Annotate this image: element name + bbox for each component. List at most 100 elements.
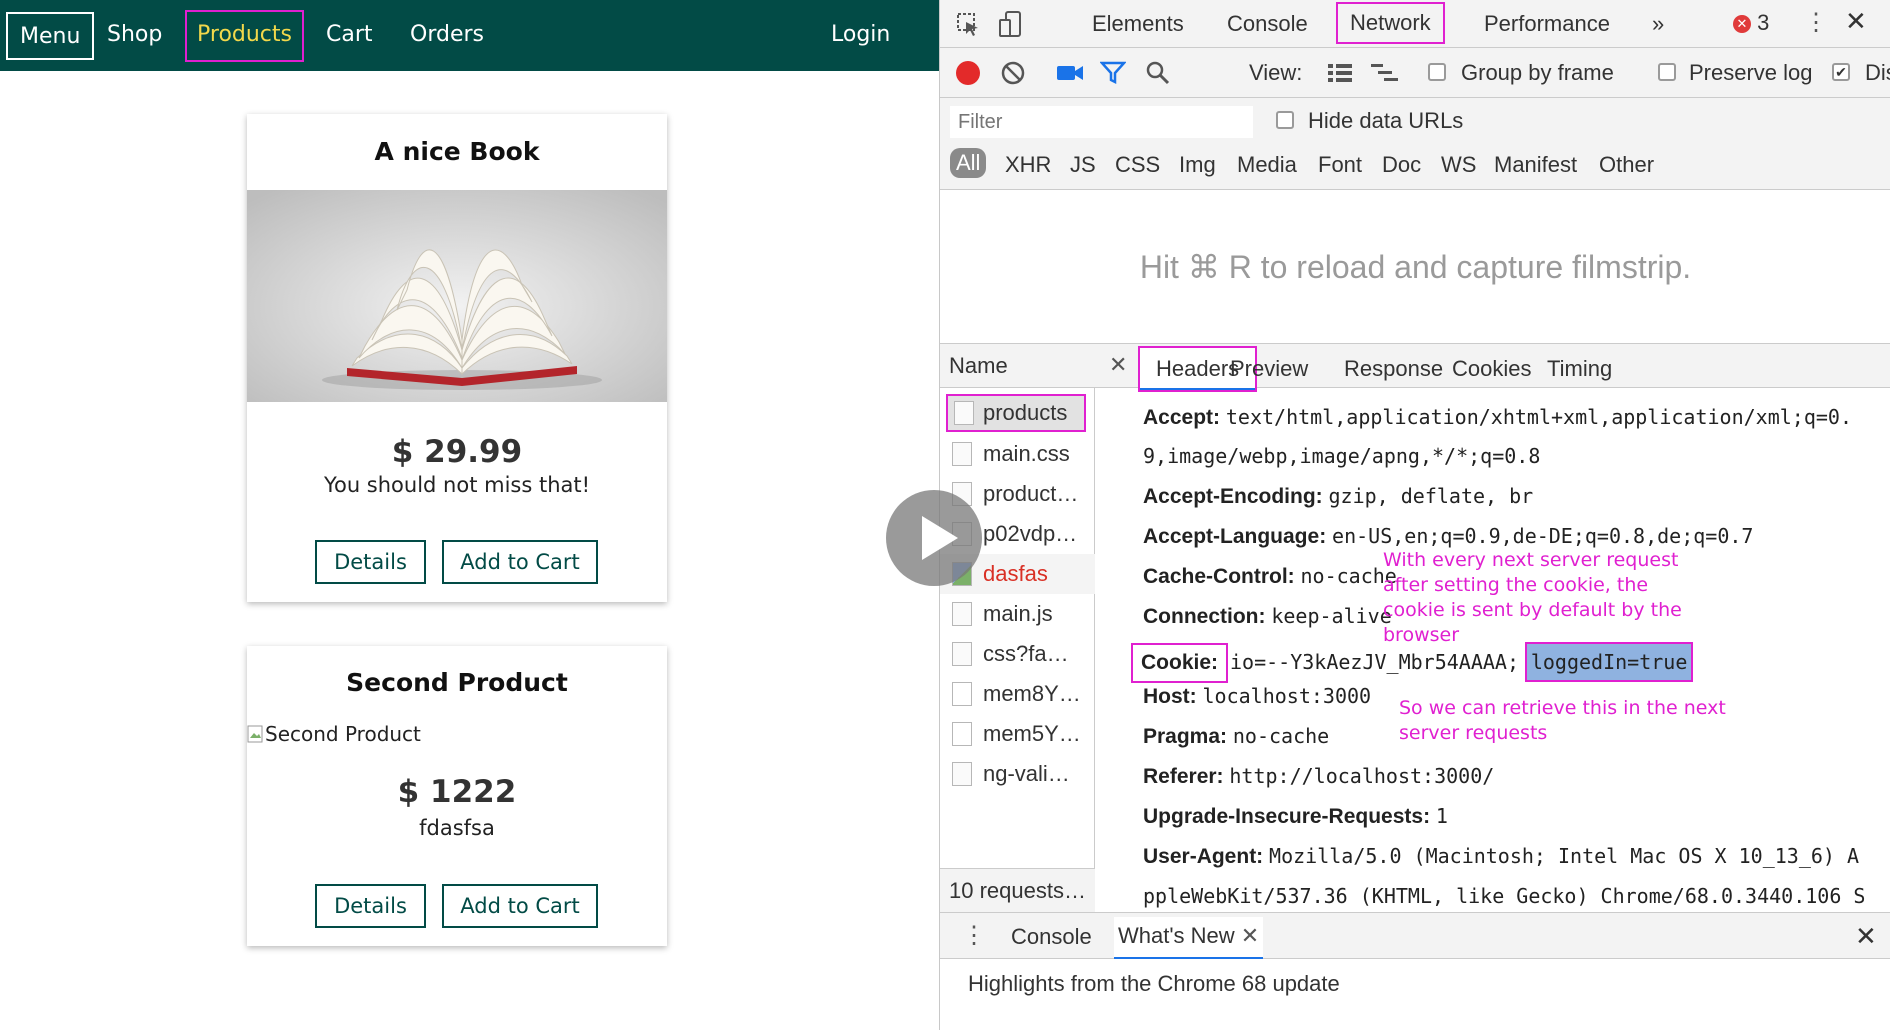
type-img[interactable]: Img [1179, 152, 1216, 178]
close-tab-icon[interactable]: ✕ [1241, 923, 1259, 948]
filmstrip-hint: Hit ⌘ R to reload and capture filmstrip. [1139, 249, 1692, 285]
header-host: Host: localhost:3000 [1143, 684, 1372, 708]
tab-preview[interactable]: Preview [1222, 354, 1316, 386]
request-item[interactable]: main.css [940, 434, 1095, 474]
play-icon [922, 516, 958, 560]
drawer-tabbar: ⋮ Console What's New ✕ ✕ [940, 913, 1890, 959]
request-item[interactable]: css?fa… [940, 634, 1095, 674]
nav-products[interactable]: Products [185, 10, 304, 62]
drawer-menu-icon[interactable]: ⋮ [962, 921, 986, 950]
cookie-highlight: loggedIn=true [1524, 642, 1694, 682]
type-manifest[interactable]: Manifest [1494, 152, 1577, 178]
product-card: Second Product Second Product $ 1222 fda… [247, 646, 667, 946]
tab-response[interactable]: Response [1336, 354, 1451, 386]
screen: Menu Shop Products Cart Orders Login A n… [0, 0, 1890, 1030]
tab-cookies[interactable]: Cookies [1444, 354, 1539, 386]
type-ws[interactable]: WS [1441, 152, 1476, 178]
product-description: fdasfsa [419, 816, 495, 840]
header-accept-language: Accept-Language: en-US,en;q=0.9,de-DE;q=… [1143, 524, 1754, 548]
preserve-log-checkbox[interactable] [1658, 63, 1676, 81]
product-title: Second Product [346, 668, 568, 697]
header-user-agent-cont: ppleWebKit/537.36 (KHTML, like Gecko) Ch… [1143, 884, 1866, 908]
disable-cache-checkbox[interactable]: ✔ [1832, 63, 1850, 81]
inspect-element-icon[interactable] [956, 12, 982, 43]
menu-button[interactable]: Menu [6, 12, 95, 60]
header-accept: Accept: text/html,application/xhtml+xml,… [1143, 405, 1853, 429]
drawer-tab-console[interactable]: Console [1011, 924, 1092, 950]
details-button[interactable]: Details [315, 540, 426, 584]
add-to-cart-button[interactable]: Add to Cart [442, 540, 598, 584]
type-css[interactable]: CSS [1115, 152, 1160, 178]
broken-image-icon [247, 724, 265, 744]
stylesheet-icon [952, 642, 972, 666]
font-icon [952, 722, 972, 746]
tab-network[interactable]: Network [1336, 2, 1445, 44]
nav-cart[interactable]: Cart [316, 12, 383, 60]
filter-icon[interactable] [1099, 60, 1127, 91]
group-by-frame-checkbox[interactable] [1428, 63, 1446, 81]
tab-console[interactable]: Console [1221, 8, 1314, 42]
type-font[interactable]: Font [1318, 152, 1362, 178]
type-xhr[interactable]: XHR [1005, 152, 1051, 178]
type-js[interactable]: JS [1070, 152, 1096, 178]
resource-type-filters: All XHR JS CSS Img Media Font Doc WS Man… [940, 142, 1890, 190]
product-title: A nice Book [374, 137, 540, 166]
close-devtools-icon[interactable]: ✕ [1845, 6, 1867, 37]
search-icon[interactable] [1145, 60, 1171, 91]
tab-performance[interactable]: Performance [1478, 8, 1616, 42]
script-icon [952, 602, 972, 626]
product-price: $ 29.99 [391, 434, 523, 470]
filter-input[interactable] [950, 106, 1253, 138]
network-toolbar: View: Group by frame Preserve log ✔ Dis [940, 48, 1890, 98]
add-to-cart-button[interactable]: Add to Cart [442, 884, 598, 928]
disable-cache-label: Dis [1865, 60, 1890, 85]
request-list: Name products main.css product… p02vdp… … [940, 344, 1095, 912]
document-icon [954, 401, 974, 425]
whats-new-text: Highlights from the Chrome 68 update [968, 971, 1340, 996]
play-button[interactable] [886, 490, 982, 586]
filter-bar: Hide data URLs [940, 98, 1890, 142]
type-media[interactable]: Media [1237, 152, 1297, 178]
header-cookie: Cookie: io=--Y3kAezJV_Mbr54AAAA; loggedIn… [1130, 642, 1694, 683]
screenshot-camera-icon[interactable] [1056, 61, 1084, 88]
devtools-tabbar: Elements Console Network Performance » ✕… [940, 0, 1890, 48]
hide-data-urls-checkbox[interactable] [1276, 111, 1294, 129]
tab-elements[interactable]: Elements [1086, 8, 1190, 42]
font-icon [952, 682, 972, 706]
nav-login[interactable]: Login [821, 12, 900, 60]
more-tabs-button[interactable]: » [1646, 8, 1670, 42]
type-all[interactable]: All [950, 148, 987, 178]
kebab-menu-icon[interactable]: ⋮ [1804, 8, 1828, 37]
close-detail-icon[interactable]: ✕ [1109, 352, 1127, 378]
tab-timing[interactable]: Timing [1539, 354, 1620, 386]
clear-icon[interactable] [1000, 60, 1026, 91]
drawer-tab-whats-new[interactable]: What's New ✕ [1114, 917, 1264, 959]
nav-orders[interactable]: Orders [400, 12, 494, 60]
request-count: 10 requests… [940, 868, 1095, 912]
large-rows-icon[interactable] [1327, 62, 1353, 89]
product-price: $ 1222 [397, 774, 517, 810]
book-illustration [247, 190, 667, 402]
error-icon: ✕ [1733, 15, 1751, 33]
preserve-log-label: Preserve log [1689, 60, 1813, 85]
close-drawer-icon[interactable]: ✕ [1855, 921, 1877, 952]
name-column-header[interactable]: Name [940, 344, 1095, 388]
nav-shop[interactable]: Shop [97, 12, 172, 60]
record-icon[interactable] [956, 61, 980, 85]
request-item[interactable]: main.js [940, 594, 1095, 634]
request-item[interactable]: mem5Y… [940, 714, 1095, 754]
error-counter[interactable]: ✕ 3 [1733, 10, 1769, 36]
type-doc[interactable]: Doc [1382, 152, 1421, 178]
device-toolbar-icon[interactable] [998, 10, 1024, 45]
header-user-agent: User-Agent: Mozilla/5.0 (Macintosh; Inte… [1143, 844, 1860, 868]
header-accept-encoding: Accept-Encoding: gzip, deflate, br [1143, 484, 1534, 508]
annotation-retrieve: So we can retrieve this in the next serv… [1399, 697, 1726, 744]
waterfall-overview-icon[interactable] [1370, 62, 1400, 89]
request-item[interactable]: mem8Y… [940, 674, 1095, 714]
request-item[interactable]: ng-vali… [940, 754, 1095, 794]
details-button[interactable]: Details [315, 884, 426, 928]
request-item-products[interactable]: products [946, 394, 1086, 432]
annotation-cookie-sent: With every next server request after set… [1383, 549, 1682, 646]
type-other[interactable]: Other [1599, 152, 1654, 178]
product-description: You should not miss that! [323, 473, 591, 497]
